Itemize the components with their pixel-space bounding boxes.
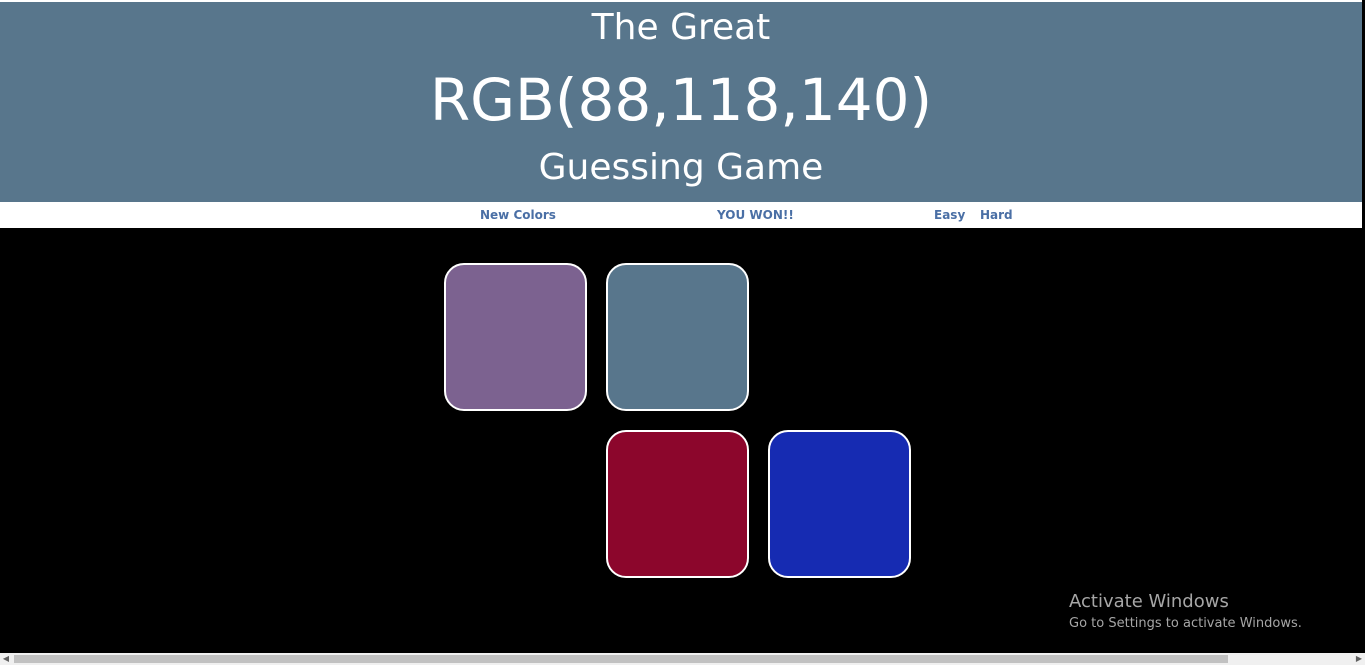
- watermark-title: Activate Windows: [1069, 591, 1229, 612]
- hard-mode-button[interactable]: Hard: [980, 207, 1013, 223]
- color-square-3[interactable]: [768, 263, 911, 411]
- game-page: The Great RGB(88,118,140) Guessing Game …: [0, 0, 1365, 665]
- color-square-5[interactable]: [606, 430, 749, 578]
- easy-mode-button[interactable]: Easy: [934, 207, 965, 223]
- color-square-6[interactable]: [768, 430, 911, 578]
- title-the-great: The Great: [591, 7, 771, 48]
- result-message: YOU WON!!: [717, 208, 794, 222]
- color-square-4[interactable]: [444, 430, 587, 578]
- header-banner: The Great RGB(88,118,140) Guessing Game: [0, 0, 1362, 202]
- activate-windows-watermark: Activate Windows Go to Settings to activ…: [1069, 591, 1302, 633]
- new-colors-button[interactable]: New Colors: [480, 207, 556, 223]
- color-square-1[interactable]: [444, 263, 587, 411]
- watermark-subtitle: Go to Settings to activate Windows.: [1069, 616, 1302, 631]
- chevron-left-icon[interactable]: ◀: [0, 653, 12, 665]
- control-stripe: New Colors YOU WON!! Easy Hard: [0, 202, 1362, 228]
- horizontal-scrollbar[interactable]: ◀ ▶: [0, 653, 1365, 665]
- color-square-2[interactable]: [606, 263, 749, 411]
- chevron-right-icon[interactable]: ▶: [1353, 653, 1365, 665]
- target-rgb-display: RGB(88,118,140): [429, 66, 933, 134]
- scrollbar-thumb[interactable]: [14, 655, 1228, 663]
- title-guessing-game: Guessing Game: [538, 147, 824, 188]
